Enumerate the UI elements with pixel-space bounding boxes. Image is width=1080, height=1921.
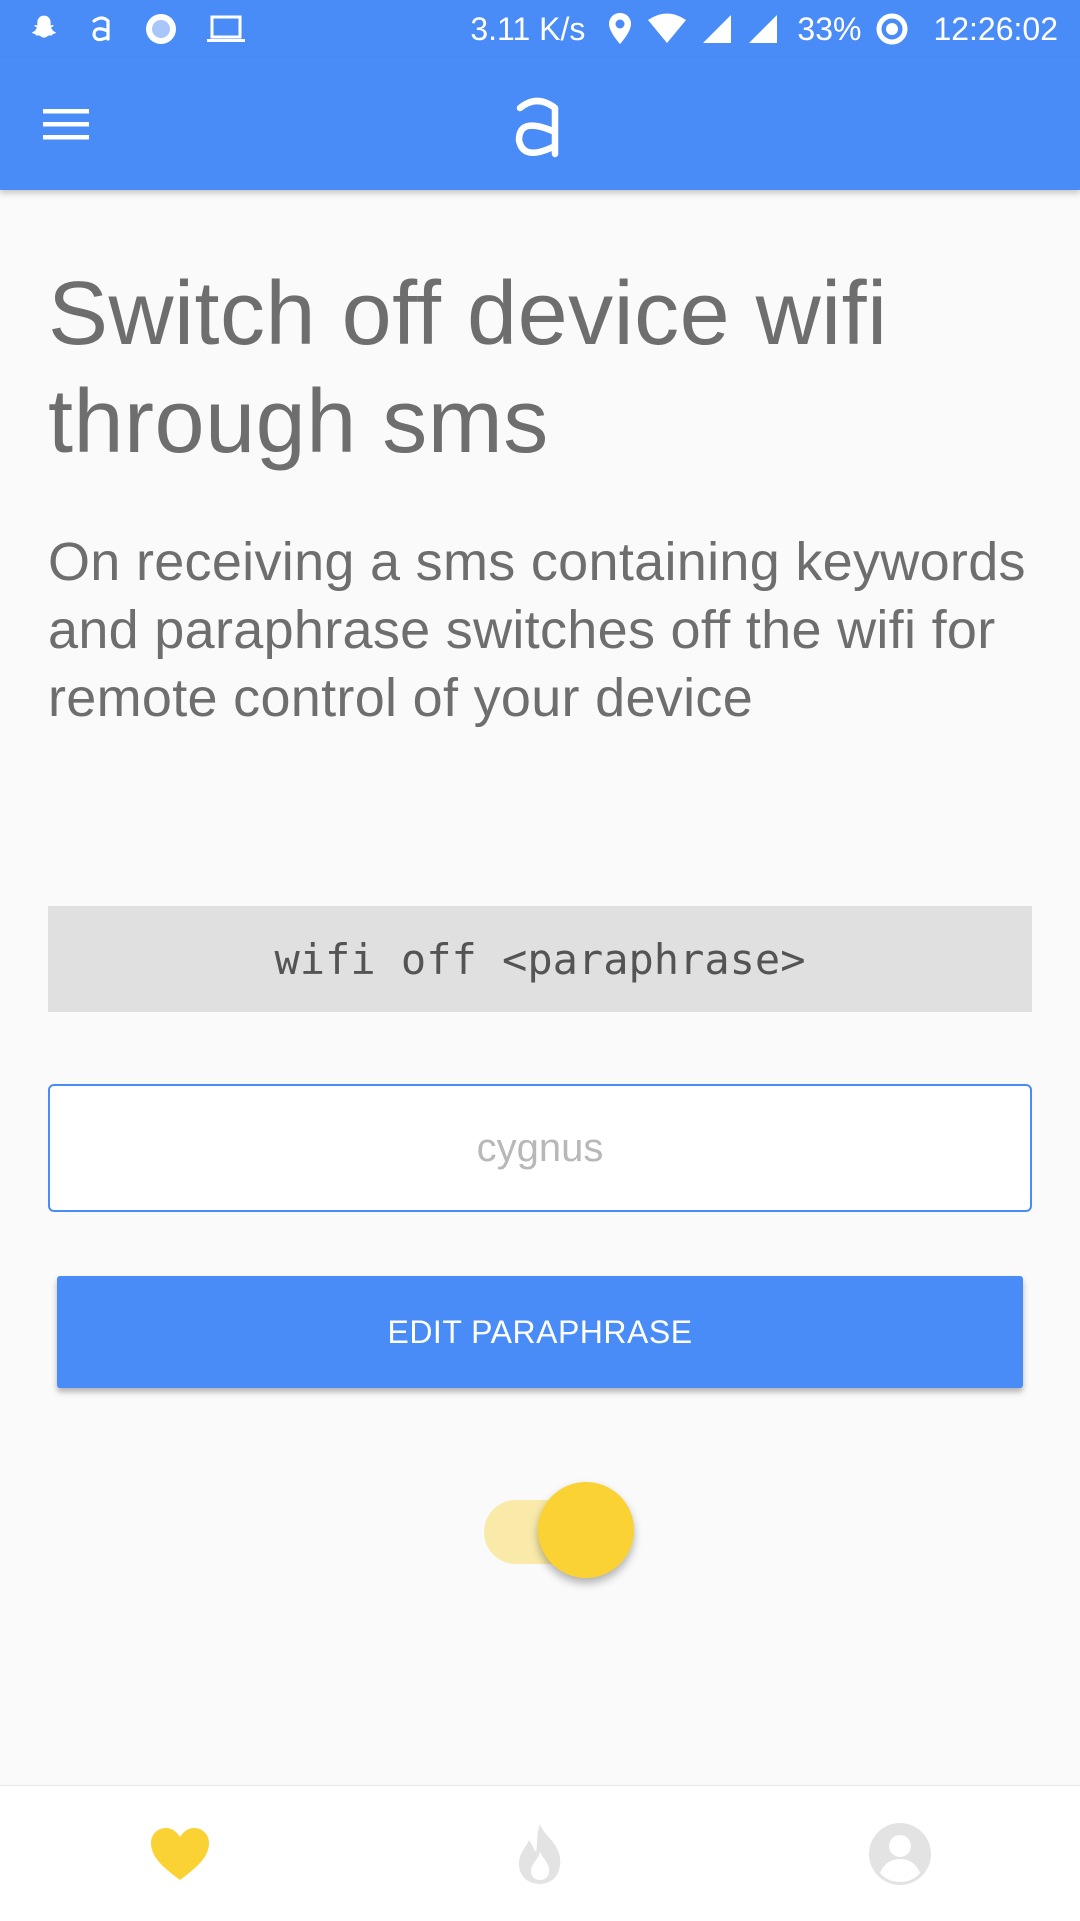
status-bar: 3.11 K/s 33% 12:26:02 (0, 0, 1080, 58)
status-bar-left-icons (28, 12, 246, 46)
clock: 12:26:02 (933, 10, 1058, 47)
battery-percent: 33% (797, 10, 862, 47)
nav-item-popular[interactable] (470, 1786, 610, 1921)
main-content: Switch off device wifi through sms On re… (48, 190, 1032, 732)
location-icon (607, 12, 633, 46)
nav-item-favorites[interactable] (110, 1786, 250, 1921)
feature-toggle-switch[interactable] (484, 1482, 634, 1582)
signal-icon (701, 13, 733, 45)
bottom-navigation (0, 1785, 1080, 1921)
page-description: On receiving a sms containing keywords a… (48, 532, 1026, 728)
status-bar-right: 3.11 K/s 33% 12:26:02 (470, 11, 1058, 48)
wifi-icon (647, 13, 687, 45)
nav-item-profile[interactable] (830, 1786, 970, 1921)
hamburger-menu-icon[interactable] (36, 98, 96, 150)
app-logo-icon (505, 86, 575, 166)
profile-icon (869, 1822, 931, 1885)
app-logo-icon (88, 13, 116, 45)
heart-icon (151, 1827, 209, 1880)
app-bar (0, 58, 1080, 190)
record-icon (144, 12, 178, 46)
paraphrase-input[interactable] (48, 1084, 1032, 1212)
flame-icon (518, 1823, 561, 1884)
edit-paraphrase-button[interactable]: EDIT PARAPHRASE (57, 1276, 1023, 1388)
page-title: Switch off device wifi through sms (48, 264, 888, 472)
snapchat-icon (28, 13, 60, 45)
battery-ring-icon (875, 12, 909, 46)
network-speed: 3.11 K/s (470, 10, 586, 47)
laptop-icon (206, 13, 246, 45)
toggle-thumb (538, 1482, 634, 1578)
sms-command-text: wifi off <paraphrase> (274, 934, 806, 984)
sms-command-box: wifi off <paraphrase> (48, 906, 1032, 1012)
signal-icon (747, 13, 779, 45)
